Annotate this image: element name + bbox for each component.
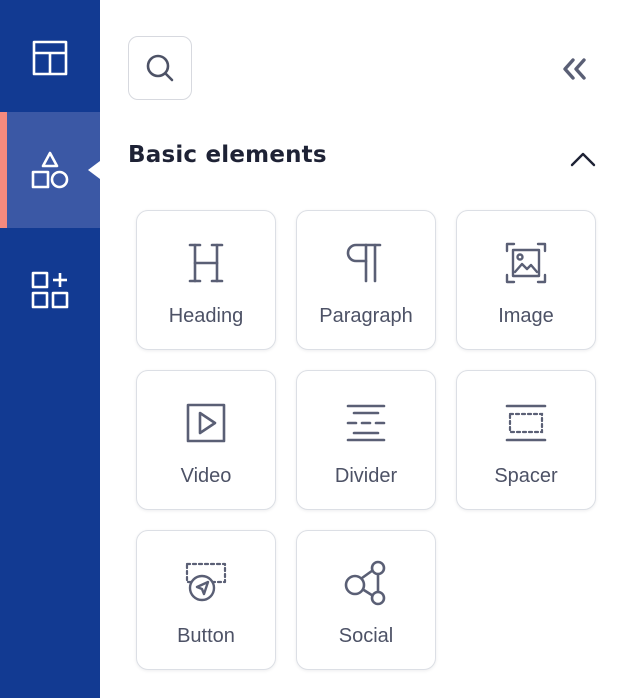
paragraph-icon xyxy=(346,243,382,283)
spacer-icon xyxy=(505,404,547,442)
rail-item-elements[interactable] xyxy=(0,112,100,228)
tile-divider[interactable]: Divider xyxy=(296,370,436,510)
tile-label: Spacer xyxy=(494,465,558,487)
video-icon xyxy=(186,403,226,443)
section-title: Basic elements xyxy=(128,142,327,168)
rail-item-layout[interactable] xyxy=(0,0,100,116)
elements-panel: Basic elements Heading Paragraph Image V… xyxy=(100,0,628,698)
layout-icon xyxy=(32,40,68,76)
tile-video[interactable]: Video xyxy=(136,370,276,510)
active-accent xyxy=(0,112,7,228)
section-collapse-toggle[interactable] xyxy=(566,144,600,174)
tile-label: Paragraph xyxy=(319,305,413,327)
search-button[interactable] xyxy=(128,36,192,100)
sidebar-rail xyxy=(0,0,100,698)
tile-spacer[interactable]: Spacer xyxy=(456,370,596,510)
chevron-up-icon xyxy=(570,152,596,167)
tile-button[interactable]: Button xyxy=(136,530,276,670)
shapes-icon xyxy=(31,151,69,189)
tile-label: Image xyxy=(498,305,554,327)
tile-social[interactable]: Social xyxy=(296,530,436,670)
tile-label: Heading xyxy=(168,305,244,327)
tile-image[interactable]: Image xyxy=(456,210,596,350)
collapse-panel-button[interactable] xyxy=(554,52,594,86)
image-icon xyxy=(505,242,547,284)
tile-heading[interactable]: Heading xyxy=(136,210,276,350)
heading-icon xyxy=(188,243,224,283)
tile-paragraph[interactable]: Paragraph xyxy=(296,210,436,350)
button-icon xyxy=(185,562,227,602)
tile-label: Divider xyxy=(334,465,398,487)
tile-label: Video xyxy=(180,465,232,487)
divider-icon xyxy=(346,404,386,442)
tile-label: Social xyxy=(338,625,394,647)
tile-label: Button xyxy=(177,625,235,647)
active-pointer xyxy=(88,161,100,179)
add-widget-icon xyxy=(31,271,69,309)
search-icon xyxy=(146,54,174,82)
double-chevron-left-icon xyxy=(563,58,586,80)
social-icon xyxy=(344,560,386,606)
rail-item-add-widget[interactable] xyxy=(0,232,100,348)
